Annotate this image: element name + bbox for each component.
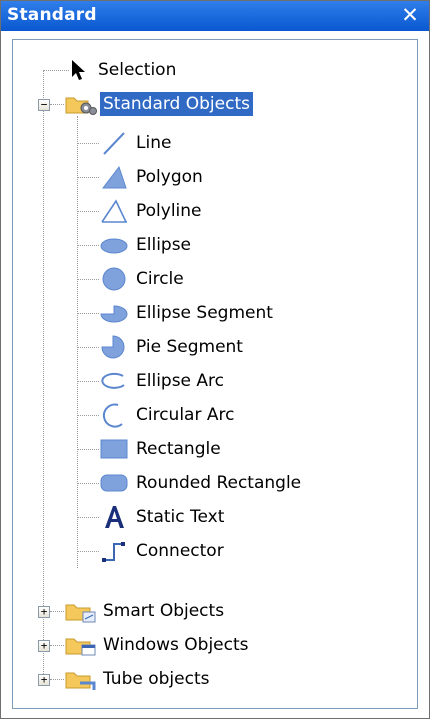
tree-group-tube-objects[interactable]: Tube objects <box>64 662 212 696</box>
polygon-icon <box>101 165 127 189</box>
collapse-button-standard-objects[interactable]: − <box>38 99 50 111</box>
tree-item-label: Rectangle <box>136 439 221 459</box>
tree-connector <box>77 313 99 314</box>
tree-connector <box>50 679 64 680</box>
polyline-icon <box>101 199 127 223</box>
object-tree: Selection − Standard Objects Line Polygo… <box>12 39 418 709</box>
tree-item-label: Line <box>136 133 172 153</box>
tree-item-label: Circle <box>136 269 184 289</box>
folder-windows-icon <box>65 638 96 656</box>
close-icon[interactable]: ✕ <box>399 3 421 27</box>
tree-group-label: Smart Objects <box>103 601 225 621</box>
circle-icon <box>102 267 126 291</box>
ellipse-arc-icon <box>101 372 125 389</box>
tree-item-connector[interactable]: Connector <box>99 534 227 568</box>
tree-item-line[interactable]: Line <box>99 126 174 160</box>
tree-item-polygon[interactable]: Polygon <box>99 160 206 194</box>
rectangle-icon <box>100 439 128 459</box>
tree-item-polyline[interactable]: Polyline <box>99 194 205 228</box>
rounded-rectangle-icon <box>100 474 128 492</box>
tree-connector <box>50 645 64 646</box>
ellipse-icon <box>100 238 128 254</box>
tree-item-pie-segment[interactable]: Pie Segment <box>99 330 246 364</box>
tree-item-circle[interactable]: Circle <box>99 262 187 296</box>
tree-item-label: Pie Segment <box>136 337 243 357</box>
tree-item-label: Ellipse Arc <box>136 371 225 391</box>
tree-item-label: Polyline <box>136 201 202 221</box>
folder-smart-icon <box>65 604 96 623</box>
tree-connector <box>77 381 99 382</box>
tree-item-rounded-rectangle[interactable]: Rounded Rectangle <box>99 466 304 500</box>
circular-arc-icon <box>102 403 123 428</box>
tree-group-label: Standard Objects <box>100 92 253 116</box>
folder-tube-icon <box>65 672 96 690</box>
tree-connector <box>50 104 64 105</box>
tree-connector <box>77 279 99 280</box>
tree-connector <box>50 611 64 612</box>
tree-item-rectangle[interactable]: Rectangle <box>99 432 224 466</box>
ellipse-segment-icon <box>100 305 128 323</box>
static-text-icon <box>105 506 124 528</box>
tree-guide-line <box>77 116 78 568</box>
tree-group-windows-objects[interactable]: Windows Objects <box>64 628 252 662</box>
tree-item-selection[interactable]: Selection <box>69 53 179 87</box>
tree-item-label: Selection <box>98 60 177 80</box>
tree-connector <box>77 415 99 416</box>
folder-gears-icon <box>65 97 97 115</box>
tree-guide-line <box>43 70 44 682</box>
tree-connector <box>77 347 99 348</box>
expand-button-smart-objects[interactable]: + <box>38 606 50 618</box>
tree-item-label: Rounded Rectangle <box>136 473 302 493</box>
tree-group-label: Windows Objects <box>103 635 249 655</box>
tree-connector <box>77 483 99 484</box>
tree-connector <box>77 211 99 212</box>
tree-item-label: Ellipse Segment <box>136 303 273 323</box>
tree-connector <box>43 70 69 71</box>
window-title: Standard <box>7 5 97 25</box>
line-icon <box>103 132 125 155</box>
tree-connector <box>77 177 99 178</box>
expand-button-windows-objects[interactable]: + <box>38 640 50 652</box>
tree-item-label: Circular Arc <box>136 405 235 425</box>
tree-group-standard-objects[interactable]: Standard Objects <box>64 87 253 121</box>
tree-connector <box>77 143 99 144</box>
pie-segment-icon <box>101 335 125 359</box>
tree-item-label: Connector <box>136 541 224 561</box>
arrow-cursor-icon <box>72 60 85 80</box>
tree-item-ellipse[interactable]: Ellipse <box>99 228 194 262</box>
tree-item-static-text[interactable]: Static Text <box>99 500 227 534</box>
expand-button-tube-objects[interactable]: + <box>38 674 50 686</box>
tree-item-label: Static Text <box>136 507 225 527</box>
tree-connector <box>77 449 99 450</box>
tree-item-label: Polygon <box>136 167 203 187</box>
tree-item-circular-arc[interactable]: Circular Arc <box>99 398 237 432</box>
tree-connector <box>77 245 99 246</box>
tree-item-ellipse-arc[interactable]: Ellipse Arc <box>99 364 227 398</box>
standard-toolbox-window: Standard ✕ Selection − Standard Objects <box>0 0 430 719</box>
tree-item-label: Ellipse <box>136 235 192 255</box>
connector-icon <box>102 542 125 562</box>
tree-group-label: Tube objects <box>103 669 210 689</box>
title-bar[interactable]: Standard ✕ <box>1 1 429 31</box>
tree-item-ellipse-segment[interactable]: Ellipse Segment <box>99 296 276 330</box>
tree-connector <box>77 517 99 518</box>
tree-group-smart-objects[interactable]: Smart Objects <box>64 594 227 628</box>
tree-connector <box>77 551 99 552</box>
